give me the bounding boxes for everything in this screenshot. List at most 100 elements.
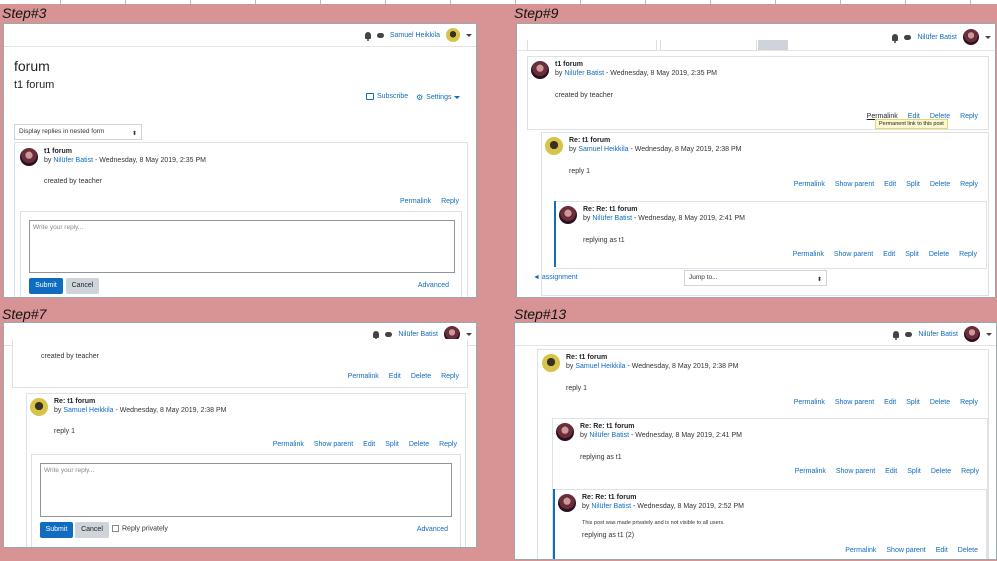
post-actions: Permalink Show parent Edit Split Delete … (795, 468, 979, 475)
delete-link[interactable]: Delete (930, 181, 950, 188)
delete-link[interactable]: Delete (411, 373, 431, 380)
chevron-down-icon[interactable] (985, 35, 991, 39)
submit-button[interactable]: Submit (29, 278, 63, 294)
permalink-link[interactable]: Permalink (400, 198, 431, 205)
display-mode-value: Display replies in nested form (19, 128, 105, 135)
avatar[interactable] (964, 326, 980, 342)
subscribe-link[interactable]: Subscribe (366, 93, 408, 100)
step7-screenshot: Nilüfer Batist created by teacher Permal… (3, 322, 477, 548)
bell-icon[interactable] (373, 330, 380, 340)
author-link[interactable]: Nilüfer Batist (53, 157, 93, 164)
search-field-partial[interactable] (660, 40, 757, 51)
navbar: Nilüfer Batist (517, 24, 995, 51)
reply-textarea[interactable]: Write your reply... (29, 220, 455, 273)
chat-icon[interactable] (905, 331, 913, 337)
reply-textarea[interactable]: Write your reply... (40, 463, 452, 517)
edit-link[interactable]: Edit (389, 373, 401, 380)
split-link[interactable]: Split (906, 181, 920, 188)
submit-button[interactable]: Submit (40, 522, 73, 538)
cancel-button[interactable]: Cancel (75, 522, 109, 538)
permalink-link[interactable]: Permalink (273, 441, 304, 448)
advanced-link[interactable]: Advanced (418, 282, 449, 289)
chevron-down-icon[interactable] (986, 332, 992, 336)
edit-link[interactable]: Edit (884, 399, 896, 406)
split-link[interactable]: Split (906, 399, 920, 406)
display-mode-select-partial[interactable] (527, 40, 657, 51)
show-parent-link[interactable]: Show parent (835, 181, 874, 188)
reply-link[interactable]: Reply (960, 113, 978, 120)
user-name[interactable]: Nilüfer Batist (918, 331, 958, 338)
reply-link[interactable]: Reply (441, 373, 459, 380)
bell-icon[interactable] (892, 33, 899, 43)
split-link[interactable]: Split (907, 468, 921, 475)
edit-link[interactable]: Edit (884, 181, 896, 188)
delete-link[interactable]: Delete (931, 468, 951, 475)
permalink-link[interactable]: Permalink (794, 399, 825, 406)
show-parent-link[interactable]: Show parent (835, 399, 874, 406)
author-link[interactable]: Nilüfer Batist (592, 215, 632, 222)
author-link[interactable]: Samuel Heikkila (575, 363, 625, 370)
advanced-link[interactable]: Advanced (417, 526, 448, 533)
user-name[interactable]: Samuel Heikkila (390, 32, 440, 39)
reply-link[interactable]: Reply (441, 198, 459, 205)
permalink-link[interactable]: Permalink (794, 181, 825, 188)
post-byline: by Nilüfer Batist - Wednesday, 8 May 201… (44, 157, 206, 164)
avatar[interactable] (963, 29, 979, 45)
reply-link[interactable]: Reply (439, 441, 457, 448)
edit-link[interactable]: Edit (363, 441, 375, 448)
show-parent-link[interactable]: Show parent (834, 251, 873, 258)
chat-icon[interactable] (376, 32, 384, 38)
edit-link[interactable]: Edit (936, 547, 948, 554)
reply-link[interactable]: Reply (960, 399, 978, 406)
author-link[interactable]: Samuel Heikkila (578, 146, 628, 153)
delete-link[interactable]: Delete (958, 547, 978, 554)
author-link[interactable]: Nilüfer Batist (564, 70, 604, 77)
chevron-down-icon[interactable] (466, 33, 472, 37)
permalink-link[interactable]: Permalink (795, 468, 826, 475)
cancel-button[interactable]: Cancel (66, 278, 99, 294)
show-parent-link[interactable]: Show parent (886, 547, 925, 554)
author-link[interactable]: Nilüfer Batist (591, 503, 631, 510)
settings-menu[interactable]: ⚙ Settings (416, 93, 461, 102)
delete-link[interactable]: Delete (929, 251, 949, 258)
avatar (556, 423, 574, 441)
display-mode-select[interactable]: Display replies in nested form ⬍ (14, 124, 142, 140)
permalink-link[interactable]: Permalink (845, 547, 876, 554)
post-card: Re: t1 forum by Samuel Heikkila - Wednes… (26, 393, 466, 547)
step13-screenshot: Nilüfer Batist Re: t1 forum by Samuel He… (514, 322, 997, 560)
chat-icon[interactable] (904, 34, 912, 40)
bell-icon[interactable] (893, 330, 900, 340)
delete-link[interactable]: Delete (409, 441, 429, 448)
reply-link[interactable]: Reply (959, 251, 977, 258)
jump-to-value: Jump to... (689, 274, 718, 281)
reply-privately-checkbox[interactable] (112, 525, 119, 532)
author-link[interactable]: Nilüfer Batist (589, 432, 629, 439)
reply-form: Write your reply... Submit Cancel Advanc… (20, 211, 462, 297)
post-subject: Re: Re: t1 forum (582, 494, 637, 501)
user-name[interactable]: Nilüfer Batist (398, 331, 438, 338)
split-link[interactable]: Split (905, 251, 919, 258)
author-link[interactable]: Samuel Heikkila (63, 407, 113, 414)
post-content: reply 1 (569, 168, 591, 175)
permalink-link[interactable]: Permalink (348, 373, 379, 380)
show-parent-link[interactable]: Show parent (836, 468, 875, 475)
bell-icon[interactable] (364, 31, 371, 41)
reply-link[interactable]: Reply (960, 181, 978, 188)
permalink-link[interactable]: Permalink (793, 251, 824, 258)
edit-link[interactable]: Edit (885, 468, 897, 475)
show-parent-link[interactable]: Show parent (314, 441, 353, 448)
go-button-partial[interactable] (758, 40, 788, 50)
edit-link[interactable]: Edit (883, 251, 895, 258)
user-name[interactable]: Nilüfer Batist (917, 34, 957, 41)
prev-activity-link[interactable]: ◄ assignment (533, 274, 578, 281)
chevron-down-icon[interactable] (466, 332, 472, 336)
jump-to-select[interactable]: Jump to... ⬍ (684, 270, 827, 286)
reply-privately-option[interactable]: Reply privately (112, 525, 168, 532)
reply-link[interactable]: Reply (961, 468, 979, 475)
avatar[interactable] (446, 28, 460, 42)
post-content: created by teacher (555, 92, 613, 99)
split-link[interactable]: Split (385, 441, 399, 448)
delete-link[interactable]: Delete (930, 399, 950, 406)
chat-icon[interactable] (385, 331, 393, 337)
post-subject: Re: Re: t1 forum (583, 206, 638, 213)
